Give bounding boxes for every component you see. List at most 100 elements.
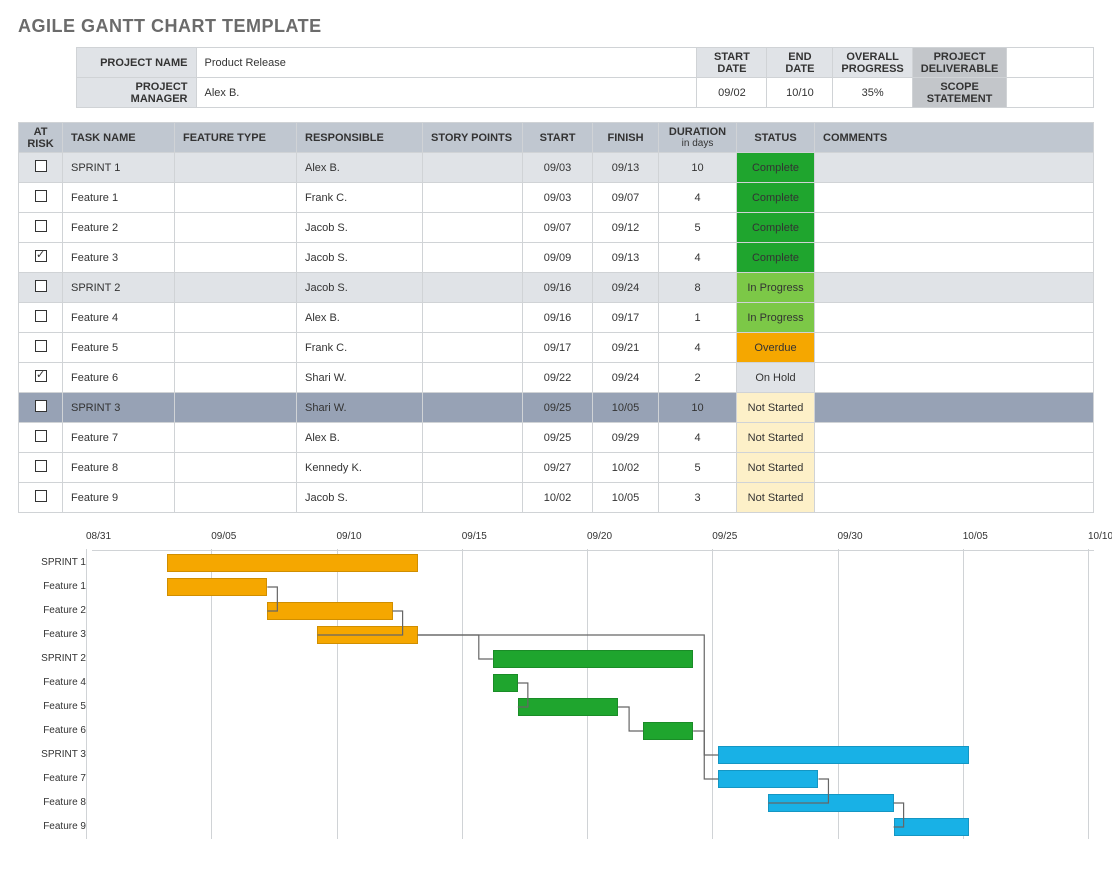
gantt-bar[interactable] xyxy=(518,698,618,716)
cell-comments[interactable] xyxy=(815,333,1094,363)
cell-status[interactable]: Not Started xyxy=(737,453,815,483)
at-risk-checkbox[interactable] xyxy=(35,310,47,322)
cell-story-points[interactable] xyxy=(423,213,523,243)
cell-comments[interactable] xyxy=(815,393,1094,423)
cell-story-points[interactable] xyxy=(423,243,523,273)
cell-feature-type[interactable] xyxy=(175,393,297,423)
col-status: STATUS xyxy=(737,123,815,153)
cell-feature-type[interactable] xyxy=(175,423,297,453)
cell-status[interactable]: Not Started xyxy=(737,393,815,423)
at-risk-checkbox[interactable] xyxy=(35,340,47,352)
table-row[interactable]: SPRINT 1 Alex B. 09/03 09/13 10 Complete xyxy=(19,153,1094,183)
table-row[interactable]: Feature 4 Alex B. 09/16 09/17 1 In Progr… xyxy=(19,303,1094,333)
cell-responsible: Alex B. xyxy=(297,153,423,183)
cell-status[interactable]: Complete xyxy=(737,183,815,213)
value-scope-statement[interactable] xyxy=(1007,78,1094,108)
cell-feature-type[interactable] xyxy=(175,483,297,513)
value-project-deliverable[interactable] xyxy=(1007,48,1094,78)
at-risk-checkbox[interactable] xyxy=(35,220,47,232)
value-end-date[interactable]: 10/10 xyxy=(767,78,833,108)
table-row[interactable]: Feature 8 Kennedy K. 09/27 10/02 5 Not S… xyxy=(19,453,1094,483)
cell-status[interactable]: Overdue xyxy=(737,333,815,363)
gantt-bar[interactable] xyxy=(493,674,518,692)
cell-story-points[interactable] xyxy=(423,333,523,363)
gantt-bar[interactable] xyxy=(768,794,893,812)
cell-story-points[interactable] xyxy=(423,453,523,483)
cell-status[interactable]: Complete xyxy=(737,153,815,183)
cell-feature-type[interactable] xyxy=(175,213,297,243)
table-row[interactable]: Feature 6 Shari W. 09/22 09/24 2 On Hold xyxy=(19,363,1094,393)
at-risk-checkbox[interactable] xyxy=(35,430,47,442)
cell-feature-type[interactable] xyxy=(175,453,297,483)
table-row[interactable]: Feature 2 Jacob S. 09/07 09/12 5 Complet… xyxy=(19,213,1094,243)
cell-feature-type[interactable] xyxy=(175,243,297,273)
cell-feature-type[interactable] xyxy=(175,273,297,303)
table-row[interactable]: SPRINT 2 Jacob S. 09/16 09/24 8 In Progr… xyxy=(19,273,1094,303)
at-risk-checkbox[interactable] xyxy=(35,490,47,502)
cell-status[interactable]: Complete xyxy=(737,213,815,243)
cell-comments[interactable] xyxy=(815,483,1094,513)
at-risk-checkbox[interactable] xyxy=(35,400,47,412)
gantt-bar[interactable] xyxy=(643,722,693,740)
cell-feature-type[interactable] xyxy=(175,303,297,333)
cell-responsible: Jacob S. xyxy=(297,243,423,273)
cell-feature-type[interactable] xyxy=(175,333,297,363)
cell-duration: 4 xyxy=(659,183,737,213)
cell-comments[interactable] xyxy=(815,273,1094,303)
gantt-bar[interactable] xyxy=(167,554,418,572)
label-project-manager: PROJECT MANAGER xyxy=(76,78,196,108)
cell-comments[interactable] xyxy=(815,453,1094,483)
at-risk-checkbox[interactable] xyxy=(35,160,47,172)
cell-comments[interactable] xyxy=(815,153,1094,183)
table-row[interactable]: Feature 1 Frank C. 09/03 09/07 4 Complet… xyxy=(19,183,1094,213)
gantt-bar[interactable] xyxy=(167,578,267,596)
cell-comments[interactable] xyxy=(815,243,1094,273)
cell-status[interactable]: On Hold xyxy=(737,363,815,393)
cell-status[interactable]: Not Started xyxy=(737,423,815,453)
cell-story-points[interactable] xyxy=(423,363,523,393)
cell-story-points[interactable] xyxy=(423,303,523,333)
cell-duration: 8 xyxy=(659,273,737,303)
value-overall-progress[interactable]: 35% xyxy=(833,78,912,108)
cell-comments[interactable] xyxy=(815,423,1094,453)
at-risk-checkbox[interactable] xyxy=(35,280,47,292)
cell-comments[interactable] xyxy=(815,213,1094,243)
gantt-bar[interactable] xyxy=(894,818,969,836)
table-row[interactable]: Feature 7 Alex B. 09/25 09/29 4 Not Star… xyxy=(19,423,1094,453)
cell-status[interactable]: Not Started xyxy=(737,483,815,513)
cell-story-points[interactable] xyxy=(423,393,523,423)
gantt-bar[interactable] xyxy=(317,626,417,644)
at-risk-checkbox[interactable] xyxy=(35,460,47,472)
table-row[interactable]: Feature 5 Frank C. 09/17 09/21 4 Overdue xyxy=(19,333,1094,363)
gantt-bar[interactable] xyxy=(718,746,969,764)
cell-story-points[interactable] xyxy=(423,153,523,183)
cell-story-points[interactable] xyxy=(423,483,523,513)
value-project-manager[interactable]: Alex B. xyxy=(196,78,697,108)
at-risk-checkbox[interactable] xyxy=(35,250,47,262)
cell-story-points[interactable] xyxy=(423,183,523,213)
at-risk-checkbox[interactable] xyxy=(35,190,47,202)
cell-comments[interactable] xyxy=(815,183,1094,213)
cell-story-points[interactable] xyxy=(423,423,523,453)
at-risk-checkbox[interactable] xyxy=(35,370,47,382)
gantt-row-label: Feature 1 xyxy=(18,575,92,599)
cell-feature-type[interactable] xyxy=(175,183,297,213)
cell-status[interactable]: In Progress xyxy=(737,303,815,333)
value-start-date[interactable]: 09/02 xyxy=(697,78,767,108)
cell-comments[interactable] xyxy=(815,363,1094,393)
gantt-bar[interactable] xyxy=(718,770,818,788)
gantt-bar[interactable] xyxy=(267,602,392,620)
cell-feature-type[interactable] xyxy=(175,363,297,393)
cell-task-name: Feature 6 xyxy=(63,363,175,393)
table-row[interactable]: Feature 9 Jacob S. 10/02 10/05 3 Not Sta… xyxy=(19,483,1094,513)
meta-table: PROJECT NAME Product Release START DATE … xyxy=(18,47,1094,108)
cell-feature-type[interactable] xyxy=(175,153,297,183)
cell-status[interactable]: Complete xyxy=(737,243,815,273)
table-row[interactable]: Feature 3 Jacob S. 09/09 09/13 4 Complet… xyxy=(19,243,1094,273)
cell-status[interactable]: In Progress xyxy=(737,273,815,303)
table-row[interactable]: SPRINT 3 Shari W. 09/25 10/05 10 Not Sta… xyxy=(19,393,1094,423)
cell-story-points[interactable] xyxy=(423,273,523,303)
cell-comments[interactable] xyxy=(815,303,1094,333)
gantt-bar[interactable] xyxy=(493,650,693,668)
value-project-name[interactable]: Product Release xyxy=(196,48,697,78)
